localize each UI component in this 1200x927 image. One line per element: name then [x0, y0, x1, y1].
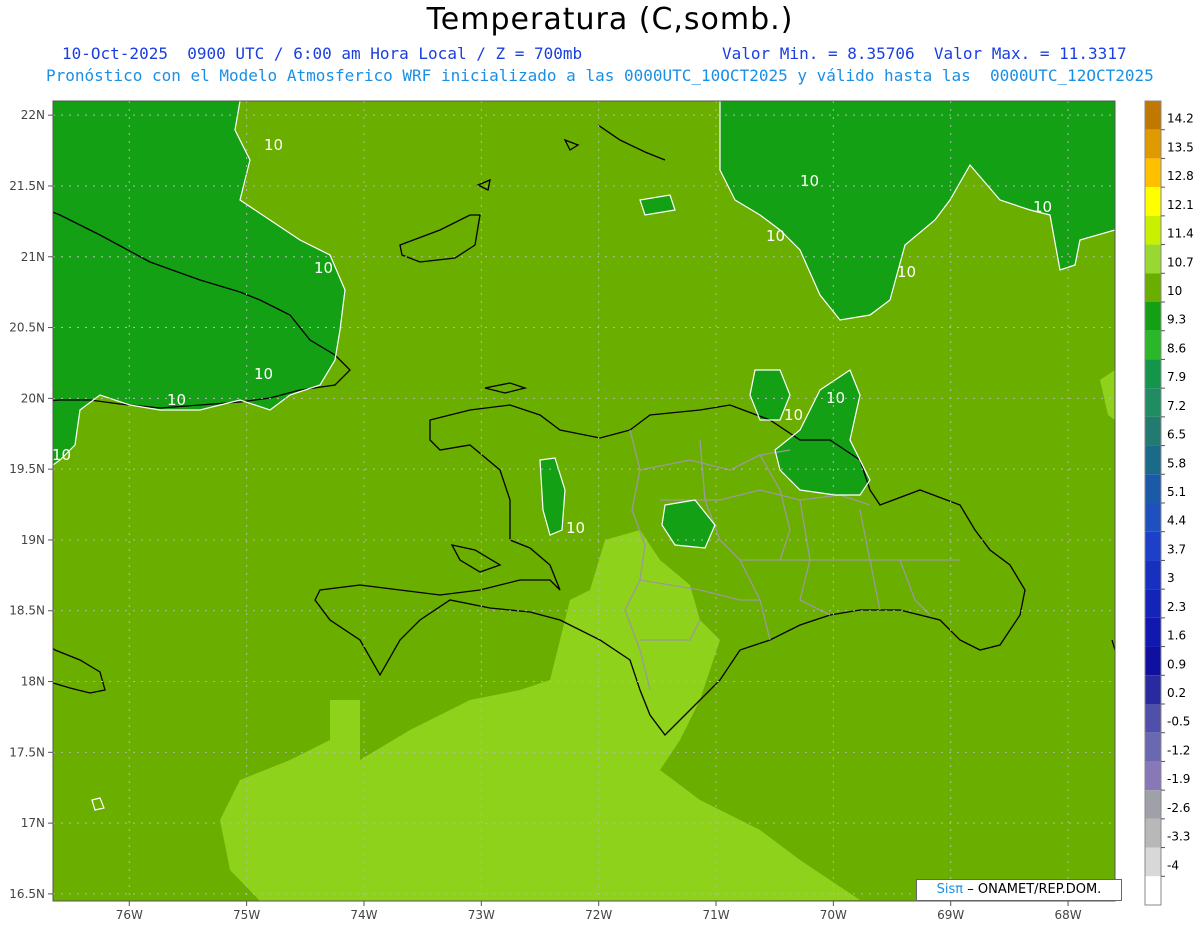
colorbar-label: 7.9	[1167, 370, 1186, 384]
colorbar-swatch	[1145, 531, 1161, 561]
lon-label: 69W	[937, 908, 964, 922]
lat-label: 20.5N	[9, 321, 45, 335]
lat-label: 17N	[21, 816, 45, 830]
contour-label: 10	[264, 136, 283, 154]
lon-label: 68W	[1054, 908, 1081, 922]
colorbar-label: 10.7	[1167, 255, 1194, 269]
contour-label: 10	[826, 389, 845, 407]
colorbar-label: 5.8	[1167, 456, 1186, 470]
colorbar-swatch	[1145, 675, 1161, 704]
lon-label: 70W	[820, 908, 847, 922]
colorbar-swatch	[1145, 790, 1161, 819]
colorbar-swatch	[1145, 474, 1161, 503]
credit-box: Sisπ – ONAMET/REP.DOM.	[916, 879, 1122, 901]
colorbar-label: 13.5	[1167, 140, 1194, 154]
colorbar-label: 4.4	[1167, 514, 1186, 528]
colorbar-swatch	[1145, 101, 1161, 130]
longitude-labels: 76W 75W 74W 73W 72W 71W 70W 69W 68W	[116, 901, 1082, 922]
colorbar-label: -4	[1167, 858, 1179, 872]
lat-label: 19.5N	[9, 462, 45, 476]
colorbar-label: 11.4	[1167, 227, 1194, 241]
lat-label: 21N	[21, 250, 45, 264]
colorbar-label: 0.9	[1167, 657, 1186, 671]
colorbar-label: 6.5	[1167, 428, 1186, 442]
colorbar-swatch	[1145, 187, 1161, 216]
colorbar-label: 14.2	[1167, 112, 1194, 126]
contour-label: 10	[254, 365, 273, 383]
colorbar-label: -1.9	[1167, 772, 1190, 786]
colorbar-swatch	[1145, 847, 1161, 877]
colorbar-label: 1.6	[1167, 629, 1186, 643]
colorbar-label: 12.8	[1167, 169, 1194, 183]
colorbar-label: 8.6	[1167, 341, 1186, 355]
colorbar-label: 5.1	[1167, 485, 1186, 499]
temperature-map: 10 10 10 10 10 10 10 10 10 10 10 10 22N2…	[9, 100, 1194, 922]
lon-label: 73W	[468, 908, 495, 922]
contour-label: 10	[897, 263, 916, 281]
colorbar-swatch	[1145, 732, 1161, 762]
colorbar-label: 7.2	[1167, 399, 1186, 413]
sistema-logo: Sisπ	[936, 882, 964, 897]
colorbar-swatch	[1145, 503, 1161, 532]
lat-label: 19N	[21, 533, 45, 547]
colorbar-label: -2.6	[1167, 801, 1190, 815]
contour-label: 10	[566, 519, 585, 537]
colorbar-label: -1.2	[1167, 743, 1190, 757]
colorbar-swatch	[1145, 560, 1161, 590]
colorbar-label: 0.2	[1167, 686, 1186, 700]
colorbar-swatch	[1145, 818, 1161, 848]
lat-label: 20N	[21, 391, 45, 405]
lat-label: 18.5N	[9, 604, 45, 618]
lon-label: 76W	[116, 908, 143, 922]
contour-label: 10	[766, 227, 785, 245]
colorbar-swatch	[1145, 215, 1161, 245]
credit-org: – ONAMET/REP.DOM.	[967, 882, 1102, 897]
colorbar-label: 3	[1167, 571, 1175, 585]
colorbar-label: 12.1	[1167, 198, 1194, 212]
colorbar-swatch	[1145, 646, 1161, 676]
colorbar-swatch	[1145, 416, 1161, 446]
colorbar-swatch	[1145, 244, 1161, 274]
colorbar-swatch	[1145, 359, 1161, 389]
lon-label: 72W	[585, 908, 612, 922]
contour-label: 10	[167, 391, 186, 409]
colorbar-swatch	[1145, 330, 1161, 360]
colorbar-swatch	[1145, 273, 1161, 302]
colorbar: 14.2 13.5 12.8 12.1 11.4 10.7 10 9.3 8.6 7.9 7.2 6.…	[1144, 100, 1194, 906]
lon-label: 71W	[702, 908, 729, 922]
colorbar-swatch	[1145, 388, 1161, 417]
colorbar-label: 3.7	[1167, 542, 1186, 556]
lat-label: 17.5N	[9, 745, 45, 759]
colorbar-swatch	[1145, 158, 1161, 188]
lat-label: 22N	[21, 108, 45, 122]
contour-label: 10	[784, 406, 803, 424]
colorbar-swatch	[1145, 589, 1161, 618]
lon-label: 75W	[233, 908, 260, 922]
contour-label: 10	[1033, 198, 1052, 216]
colorbar-label: -0.5	[1167, 715, 1190, 729]
contour-label: 10	[52, 446, 71, 464]
colorbar-swatch	[1145, 761, 1161, 791]
colorbar-label: -3.3	[1167, 830, 1190, 844]
colorbar-label: 9.3	[1167, 313, 1186, 327]
contour-label: 10	[314, 259, 333, 277]
colorbar-swatch	[1145, 302, 1161, 331]
colorbar-label: 10	[1167, 284, 1182, 298]
lat-label: 21.5N	[9, 179, 45, 193]
colorbar-label: 2.3	[1167, 600, 1186, 614]
lat-label: 16.5N	[9, 887, 45, 901]
latitude-labels: 22N 21.5N 21N 20.5N 20N 19.5N 19N 18.5N 18N 17.5N…	[9, 108, 53, 901]
colorbar-swatch	[1145, 445, 1161, 475]
colorbar-swatch	[1145, 617, 1161, 647]
colorbar-swatch	[1145, 704, 1161, 733]
colorbar-swatch	[1145, 876, 1161, 905]
contour-label: 10	[800, 172, 819, 190]
lat-label: 18N	[21, 675, 45, 689]
lon-label: 74W	[350, 908, 377, 922]
colorbar-swatch	[1145, 129, 1161, 159]
